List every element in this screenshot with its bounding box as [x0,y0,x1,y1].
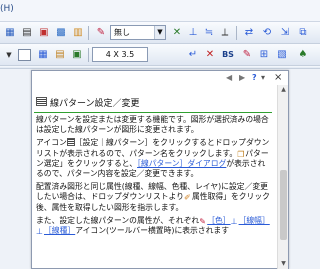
mark-icon[interactable]: ✎ [240,48,254,62]
return-icon[interactable]: ↵ [186,48,200,62]
title-divider [34,112,272,113]
help-menu-item[interactable]: (H) [0,4,14,14]
color-link[interactable]: ［色］ [207,216,230,225]
align-icon[interactable]: ≒ [202,26,216,40]
attribute-get-icon: ✐ [183,193,191,203]
backspace-button[interactable]: BS [219,48,237,62]
line-style-combo[interactable]: 無し ▼ [110,25,166,40]
line-width-link[interactable]: ［線幅］ [239,216,270,225]
table-edit-icon[interactable]: ▦ [36,48,50,62]
dropdown-icon[interactable]: ▾ [261,72,265,84]
paragraph-1: 線パターンを設定または変更する機能です。図形が選択済みの場合は設定した線パターン… [36,115,269,135]
paragraph-2: アイコン ［設定｜線パターン］をクリックするとドロップダウンリストが表示されるので… [36,138,270,179]
help-icon[interactable]: ? [252,72,257,84]
snap-grid-icon[interactable]: ⊞ [257,48,271,62]
color-icon: ✎ [199,216,206,226]
popup-title: 線パターン設定／変更 [50,99,140,109]
move-icon[interactable]: ⇲ [278,26,292,40]
symbol-icon[interactable]: ♠ [296,48,310,62]
scroll-thumb[interactable] [280,170,287,240]
nav-next-button[interactable]: ▶ [239,72,245,84]
paragraph-3: 配置済み図形と同じ属性(線種、線幅、色種、レイヤ)に設定／変更したい場合は、ドロ… [36,182,270,212]
line-type-icon: ⊥ [36,227,43,237]
grid-icon[interactable]: ▦ [3,26,17,40]
line-pattern-dialog-link[interactable]: ［線パターン］ダイアログ [137,159,226,168]
transform-icon[interactable]: ⟂ [218,26,232,40]
pen-icon[interactable]: ✎ [94,26,108,40]
image-icon[interactable]: ▣ [37,26,51,40]
paragraph-4: また、設定した線パターンの属性が、それぞれ✎［色］⊥［線幅］⊥［線種］アイコン(… [36,215,270,237]
toolbar-separator [236,26,237,40]
line-pattern-icon [36,97,47,106]
toolbar-second: ▼ ▦ ▤ ▣ 4 X 3.5 ↵ ✕ BS ✎ ⊞ ▧ ♠ [0,44,320,66]
line-width-icon: ⊥ [230,216,238,226]
snap-icon[interactable]: ⊥ [186,26,200,40]
delete-icon[interactable]: ✕ [203,48,217,62]
cross-icon[interactable]: ✕ [170,26,184,40]
line-pattern-icon [66,138,75,147]
nav-prev-button[interactable]: ◀ [226,72,232,84]
folder-icon[interactable]: ▥ [71,26,85,40]
dimension-icon[interactable]: ▣ [70,48,84,62]
rotate-icon[interactable]: ⟲ [260,26,274,40]
close-button[interactable]: × [274,72,282,84]
copy-icon[interactable]: ⧉ [296,26,310,40]
toolbar-top: ▦ ▤ ▣ ▩ ▥ ✎ 無し ▼ ✕ ⊥ ≒ ⟂ ⇄ ⟲ ⇲ ⧉ [0,22,320,44]
scroll-up-arrow-icon[interactable]: ▲ [278,85,289,95]
size-field[interactable]: 4 X 3.5 [92,47,148,62]
picture-icon[interactable]: ▩ [54,26,68,40]
table-icon[interactable]: ▤ [20,26,34,40]
mirror-icon[interactable]: ⇄ [242,26,256,40]
toolbar-separator [88,26,89,40]
popup-nav-bar: ◀ ▶ ? ▾ × [32,71,288,85]
chevron-down-icon[interactable]: ▼ [2,48,16,62]
layer-icon[interactable]: ▤ [53,48,67,62]
chevron-down-icon[interactable]: ▼ [154,26,165,39]
help-content: 線パターンを設定または変更する機能です。図形が選択済みの場合は設定した線パターン… [36,115,272,239]
help-popup: ◀ ▶ ? ▾ × 線パターン設定／変更 線パターンを設定または変更する機能です… [31,70,289,269]
scroll-down-arrow-icon[interactable]: ▼ [278,259,289,269]
pattern-icon[interactable] [18,49,31,61]
hatch-icon[interactable]: ▧ [275,48,289,62]
vertical-scrollbar[interactable]: ▲ ▼ [277,85,288,269]
menu-bar: (H) [0,0,320,22]
line-style-value: 無し [114,28,130,37]
toolbar-separator [88,48,89,62]
line-type-link[interactable]: ［線種］ [44,226,75,235]
toolbar-third [0,66,320,69]
